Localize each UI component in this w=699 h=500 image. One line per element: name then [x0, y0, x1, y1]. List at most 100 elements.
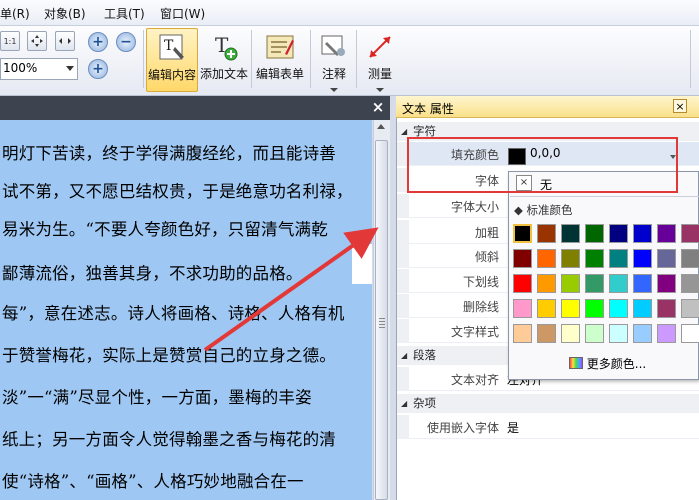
color-swatch[interactable]: [561, 274, 580, 293]
properties-panel-title: 文本 属性: [402, 102, 454, 116]
color-swatch[interactable]: [633, 299, 652, 318]
color-swatch[interactable]: [681, 299, 699, 318]
color-swatch[interactable]: [657, 299, 676, 318]
color-swatch[interactable]: [513, 299, 532, 318]
document-line: 每”，意在述志。诗人将画格、诗格、人格有机: [2, 304, 345, 323]
category-label: 字符: [413, 124, 436, 138]
zoom-select[interactable]: 100%: [0, 58, 78, 80]
actual-size-button[interactable]: 1:1: [0, 31, 20, 51]
text-style-label: 文字样式: [450, 325, 499, 339]
font-size-label: 字体大小: [450, 200, 499, 214]
chevron-down-icon: [66, 66, 74, 71]
toolbar-separator: [356, 30, 357, 88]
embed-font-row[interactable]: 使用嵌入字体 是: [397, 415, 699, 439]
menu-item-partial[interactable]: 单(R): [0, 5, 30, 22]
toolbar-separator: [251, 30, 252, 88]
color-swatch[interactable]: [537, 324, 556, 343]
document-panel-header: [0, 96, 390, 120]
fit-page-button[interactable]: [27, 31, 47, 51]
color-swatch[interactable]: [513, 249, 532, 268]
color-swatch[interactable]: [657, 324, 676, 343]
measure-button[interactable]: 测量: [361, 28, 399, 92]
more-colors-button[interactable]: 更多颜色...: [516, 352, 699, 374]
color-swatch[interactable]: [561, 224, 580, 243]
fit-width-icon: [59, 38, 71, 44]
edit-form-icon: [265, 32, 295, 62]
color-swatch[interactable]: [585, 324, 604, 343]
measure-label: 测量: [367, 67, 392, 81]
edit-content-icon: T: [157, 33, 187, 63]
color-swatch[interactable]: [633, 224, 652, 243]
add-text-icon: T: [209, 32, 239, 62]
color-swatch[interactable]: [561, 324, 580, 343]
color-swatch[interactable]: [513, 274, 532, 293]
palette-icon: [568, 357, 583, 369]
fit-width-button[interactable]: [55, 31, 75, 51]
menu-item-window[interactable]: 窗口(W): [160, 5, 205, 22]
scroll-up-icon[interactable]: [377, 124, 385, 129]
color-swatch[interactable]: [633, 274, 652, 293]
color-swatch[interactable]: [657, 274, 676, 293]
color-swatch[interactable]: [681, 324, 699, 343]
grip-icon: [379, 318, 385, 328]
document-line: 鄙薄流俗，独善其身，不求功助的品格。: [2, 264, 303, 283]
color-swatch[interactable]: [609, 299, 628, 318]
embed-font-value: 是: [507, 421, 520, 435]
menu-item-object[interactable]: 对象(B): [44, 5, 86, 22]
collapse-icon: ◢: [401, 351, 408, 360]
collapse-icon: ◢: [401, 399, 408, 408]
color-swatch[interactable]: [537, 274, 556, 293]
color-swatch[interactable]: [537, 224, 556, 243]
color-swatch[interactable]: [681, 224, 699, 243]
color-swatch[interactable]: [561, 249, 580, 268]
close-icon[interactable]: ×: [369, 98, 387, 116]
embed-font-label: 使用嵌入字体: [426, 421, 499, 435]
edit-form-button[interactable]: 编辑表单: [254, 28, 306, 92]
highlight-box: [407, 137, 678, 193]
toolbar-separator: [143, 30, 144, 88]
underline-label: 下划线: [462, 275, 499, 289]
document-text-area[interactable]: 明灯下苦读，终于学得满腹经纶，而且能诗善 试不第，又不愿巴结权贵，于是绝意功名利…: [0, 120, 372, 500]
color-swatch[interactable]: [585, 274, 604, 293]
color-swatch[interactable]: [681, 249, 699, 268]
color-swatch[interactable]: [585, 299, 604, 318]
color-swatch[interactable]: [657, 224, 676, 243]
menu-item-tools[interactable]: 工具(T): [104, 5, 145, 22]
plus-icon: +: [92, 61, 104, 77]
color-swatch[interactable]: [633, 249, 652, 268]
color-swatch[interactable]: [657, 249, 676, 268]
measure-icon: [365, 32, 395, 62]
zoom-in-icon: +: [92, 34, 104, 50]
color-swatch[interactable]: [585, 249, 604, 268]
edit-content-button[interactable]: T 编辑内容: [146, 28, 198, 92]
actual-size-label: 1:1: [3, 36, 17, 46]
color-swatch[interactable]: [561, 299, 580, 318]
zoom-out-button[interactable]: −: [116, 32, 136, 52]
standard-colors-label: ◆ 标准颜色: [514, 202, 573, 218]
zoom-add-button[interactable]: +: [88, 59, 108, 79]
add-text-button[interactable]: T 添加文本: [199, 28, 249, 92]
document-line: 于赞誉梅花，实际上是赞赏自己的立身之德。: [2, 346, 336, 365]
color-swatch[interactable]: [633, 324, 652, 343]
toolbar-separator: [690, 30, 691, 88]
document-line: 试不第，又不愿巴结权贵，于是绝意功名利禄，: [2, 182, 353, 201]
svg-text:T: T: [164, 38, 174, 54]
color-swatch[interactable]: [537, 299, 556, 318]
color-swatch[interactable]: [681, 274, 699, 293]
color-swatch[interactable]: [609, 274, 628, 293]
color-swatch[interactable]: [585, 224, 604, 243]
color-swatch[interactable]: [609, 249, 628, 268]
color-swatch[interactable]: [537, 249, 556, 268]
picker-divider: [510, 196, 699, 197]
close-icon[interactable]: ×: [673, 99, 687, 113]
color-swatch[interactable]: [513, 324, 532, 343]
color-swatch[interactable]: [609, 324, 628, 343]
more-colors-label: 更多颜色...: [586, 356, 647, 371]
color-swatch[interactable]: [609, 224, 628, 243]
document-line: 纸上；另一方面令人觉得翰墨之香与梅花的清: [2, 430, 336, 449]
annotate-button[interactable]: 注释: [315, 28, 353, 92]
category-misc[interactable]: ◢ 杂项: [397, 394, 699, 413]
color-swatch[interactable]: [513, 224, 532, 243]
bold-label: 加粗: [474, 226, 499, 240]
zoom-in-button[interactable]: +: [88, 32, 108, 52]
